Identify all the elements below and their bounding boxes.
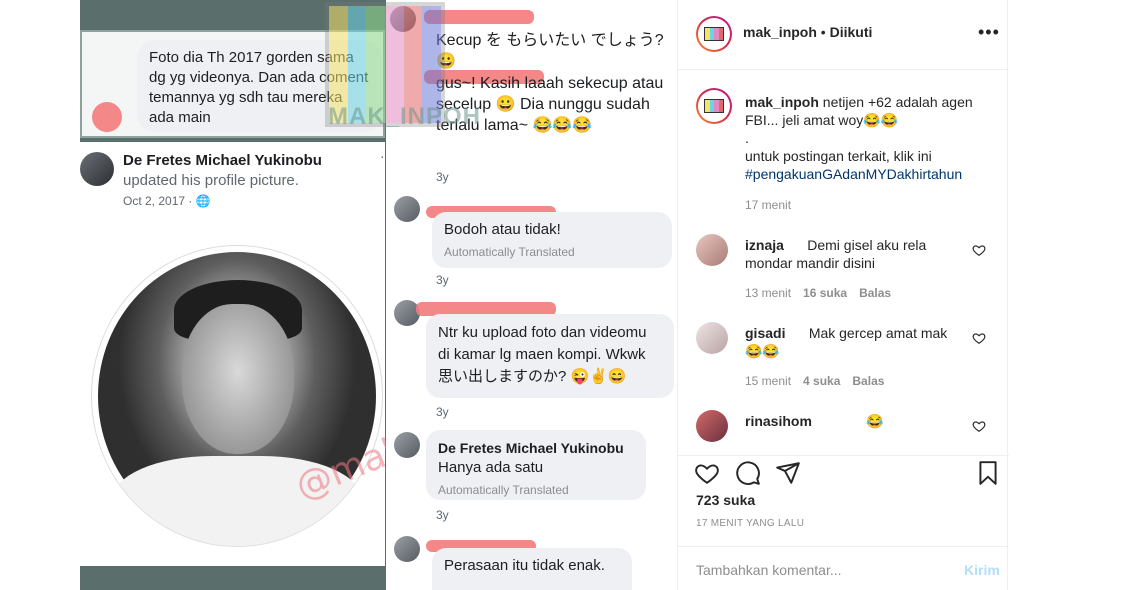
post-time: 17 MENIT YANG LALU bbox=[696, 518, 805, 529]
comment-likes[interactable]: 16 suka bbox=[803, 286, 847, 300]
caption-username[interactable]: mak_inpoh bbox=[745, 94, 819, 110]
caption-time: 17 menit bbox=[745, 198, 792, 212]
profile-post: De Fretes Michael Yukinobu updated his p… bbox=[80, 142, 385, 566]
comment-bubble: Perasaan itu tidak enak. bbox=[432, 548, 632, 590]
auto-translated-label: Automatically Translated bbox=[444, 245, 575, 259]
comment-avatar bbox=[394, 536, 420, 562]
comment-meta: 13 menit 16 suka Balas bbox=[745, 286, 903, 300]
like-count[interactable]: 723 suka bbox=[696, 492, 755, 508]
comment-avatar[interactable] bbox=[696, 234, 728, 266]
post-image[interactable]: Foto dia Th 2017 gorden sama dg yg video… bbox=[80, 0, 677, 590]
comment: iznaja Demi gisel aku rela mondar mandir… bbox=[745, 236, 965, 272]
profile-date: Oct 2, 2017 · 🌐 bbox=[123, 194, 211, 208]
share-send-icon[interactable] bbox=[775, 460, 801, 486]
comment-username[interactable]: iznaja bbox=[745, 237, 784, 253]
comment-text-5: Hanya ada satu bbox=[438, 459, 544, 476]
comment-text-3: Bodoh atau tidak! bbox=[444, 221, 561, 238]
post-author: mak_inpoh • Diikuti bbox=[743, 24, 872, 40]
caption-avatar[interactable] bbox=[696, 88, 732, 124]
comment-bubble: Bodoh atau tidak! Automatically Translat… bbox=[432, 212, 672, 268]
comment-avatar[interactable] bbox=[696, 410, 728, 442]
caption-dot: . bbox=[745, 130, 749, 146]
comment-username[interactable]: gisadi bbox=[745, 325, 785, 341]
comment-bubble: Ntr ku upload foto dan videomu di kamar … bbox=[426, 314, 674, 398]
comment-text: 😂 bbox=[866, 413, 884, 429]
comment-author: De Fretes Michael Yukinobu bbox=[438, 440, 624, 456]
add-comment-bar: Tambahkan komentar... Kirim bbox=[678, 546, 1009, 590]
comment-username[interactable]: rinasihom bbox=[745, 413, 812, 429]
instagram-post-view: Foto dia Th 2017 gorden sama dg yg video… bbox=[0, 0, 1124, 590]
heart-icon[interactable] bbox=[972, 331, 986, 345]
comment-time: 3y bbox=[436, 508, 449, 522]
comment-text-6: Perasaan itu tidak enak. bbox=[444, 557, 605, 574]
comment-time: 15 menit bbox=[745, 374, 792, 388]
comment-time: 3y bbox=[436, 170, 449, 184]
heart-icon[interactable] bbox=[972, 243, 986, 257]
comment-text-4: Ntr ku upload foto dan videomu di kamar … bbox=[438, 324, 647, 385]
comment-likes[interactable]: 4 suka bbox=[803, 374, 840, 388]
follow-status[interactable]: Diikuti bbox=[830, 24, 873, 40]
comment-time: 3y bbox=[436, 405, 449, 419]
comment-time: 13 menit bbox=[745, 286, 792, 300]
auto-translated-label: Automatically Translated bbox=[438, 483, 569, 497]
post-sidebar: mak_inpoh • Diikuti ••• mak_inpoh netije… bbox=[677, 0, 1009, 590]
heart-icon[interactable] bbox=[972, 419, 986, 433]
profile-action: updated his profile picture. bbox=[123, 172, 299, 189]
caption: mak_inpoh netijen +62 adalah agen FBI...… bbox=[745, 93, 995, 183]
profile-avatar bbox=[80, 152, 114, 186]
bookmark-icon[interactable] bbox=[975, 460, 1001, 486]
user-avatar[interactable] bbox=[696, 16, 732, 52]
caption-line: untuk postingan terkait, klik ini bbox=[745, 148, 932, 164]
comment: rinasihom 😂 bbox=[745, 412, 965, 430]
comment-avatar bbox=[394, 196, 420, 222]
reply-button[interactable]: Balas bbox=[852, 374, 884, 388]
comment-input[interactable]: Tambahkan komentar... bbox=[696, 562, 842, 578]
comment-avatar bbox=[394, 432, 420, 458]
hashtag-link[interactable]: #pengakuanGAdanMYDakhirtahun bbox=[745, 166, 962, 182]
watermark-logo-text: MAK_INPOH bbox=[328, 103, 482, 130]
photo-face bbox=[182, 304, 294, 454]
profile-name: De Fretes Michael Yukinobu bbox=[123, 152, 322, 169]
comment-text: Kecup を もらいたい でしょう? 😀 bbox=[436, 30, 671, 72]
comment-bubble-icon[interactable] bbox=[735, 460, 761, 486]
comment: gisadi Mak gercep amat mak 😂😂 bbox=[745, 324, 965, 360]
username-link[interactable]: mak_inpoh bbox=[743, 24, 817, 40]
comment-meta: 15 menit 4 suka Balas bbox=[745, 374, 896, 388]
separator-dot: • bbox=[816, 24, 830, 40]
dot-icon: · bbox=[380, 148, 385, 164]
post-header: mak_inpoh • Diikuti ••• bbox=[678, 0, 1009, 70]
like-heart-icon[interactable] bbox=[694, 460, 720, 486]
send-button[interactable]: Kirim bbox=[964, 562, 1000, 578]
redaction-mark bbox=[92, 102, 122, 132]
reply-button[interactable]: Balas bbox=[859, 286, 891, 300]
comment-avatar[interactable] bbox=[696, 322, 728, 354]
profile-picture bbox=[92, 246, 382, 546]
comment-bubble: De Fretes Michael Yukinobu Hanya ada sat… bbox=[426, 430, 646, 500]
comment-time: 3y bbox=[436, 273, 449, 287]
more-horizontal-icon[interactable]: ••• bbox=[978, 22, 1000, 43]
comment-text-1: Kecup を もらいたい でしょう? 😀 bbox=[436, 32, 664, 70]
